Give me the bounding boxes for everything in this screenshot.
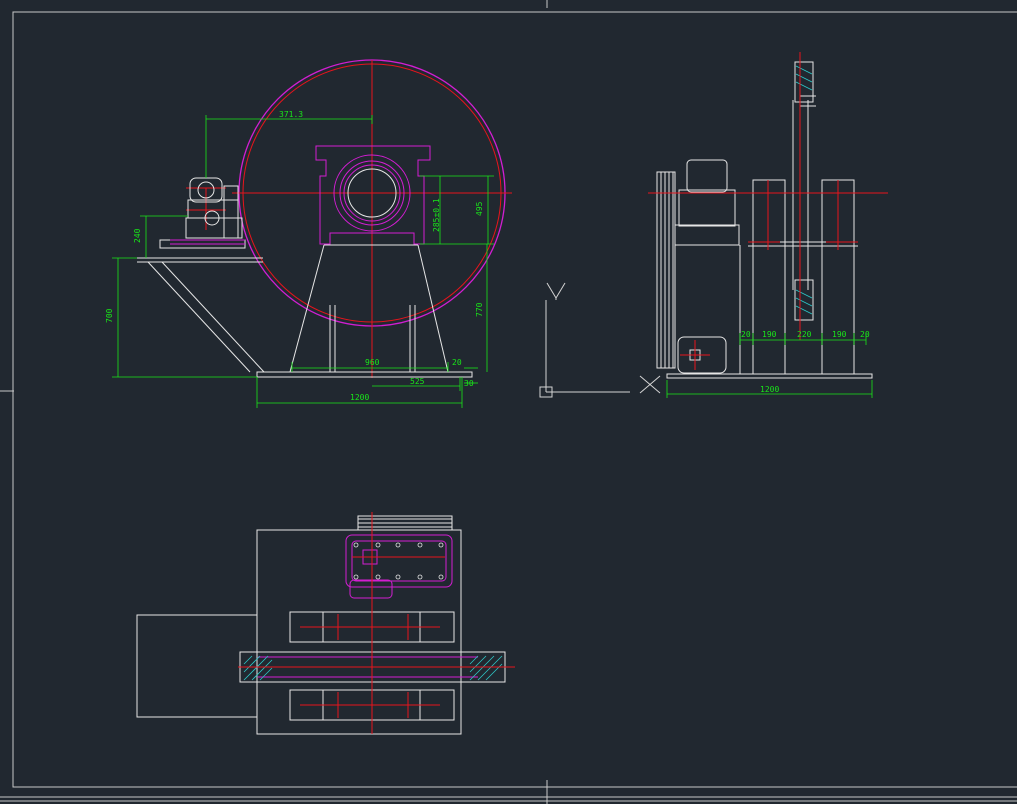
dim-overall-base: 1200 [350, 393, 369, 402]
dim-small-b: 30 [464, 379, 474, 388]
side-dim-overall: 1200 [760, 385, 779, 394]
dim-small-a: 20 [452, 358, 462, 367]
plan-frame [136, 515, 506, 735]
plan-bolt-holes [353, 542, 444, 580]
side-view: 20 190 220 190 20 1200 [648, 52, 888, 398]
front-view: 371.3 495 285±0.1 700 770 240 960 525 20… [105, 59, 512, 408]
stand-frame [137, 239, 473, 378]
side-dim-1: 20 [741, 330, 751, 339]
dim-left-height: 700 [105, 308, 114, 323]
dim-right-height: 770 [475, 302, 484, 317]
side-dim-3: 220 [797, 330, 812, 339]
ucs-icon: Y X [539, 267, 661, 407]
dim-bore: 285±0.1 [432, 198, 441, 232]
ucs-x-label: X [640, 388, 650, 407]
side-dim-5: 20 [860, 330, 870, 339]
plan-center-lines [238, 512, 515, 734]
plan-hatch [243, 655, 503, 681]
dim-motor-base: 240 [133, 228, 142, 243]
ucs-y-label: Y [550, 267, 560, 286]
dim-gear-height: 495 [475, 201, 484, 216]
side-center-lines [648, 52, 888, 370]
side-shaft [792, 61, 816, 321]
front-dimension-text: 371.3 495 285±0.1 700 770 240 960 525 20… [105, 110, 484, 402]
plan-view [136, 512, 515, 735]
front-center-lines [186, 60, 512, 378]
shaft-hatch [795, 65, 813, 315]
dim-base-right-offset: 525 [410, 377, 425, 386]
cad-drawing-canvas[interactable]: 371.3 495 285±0.1 700 770 240 960 525 20… [0, 0, 1017, 804]
dim-base-span: 960 [365, 358, 380, 367]
plan-gearbox [258, 534, 478, 678]
dim-top-width: 371.3 [279, 110, 303, 119]
side-dim-4: 190 [832, 330, 847, 339]
side-dim-2: 190 [762, 330, 777, 339]
bearing-housing [315, 145, 431, 245]
drawing-border [0, 0, 1017, 804]
